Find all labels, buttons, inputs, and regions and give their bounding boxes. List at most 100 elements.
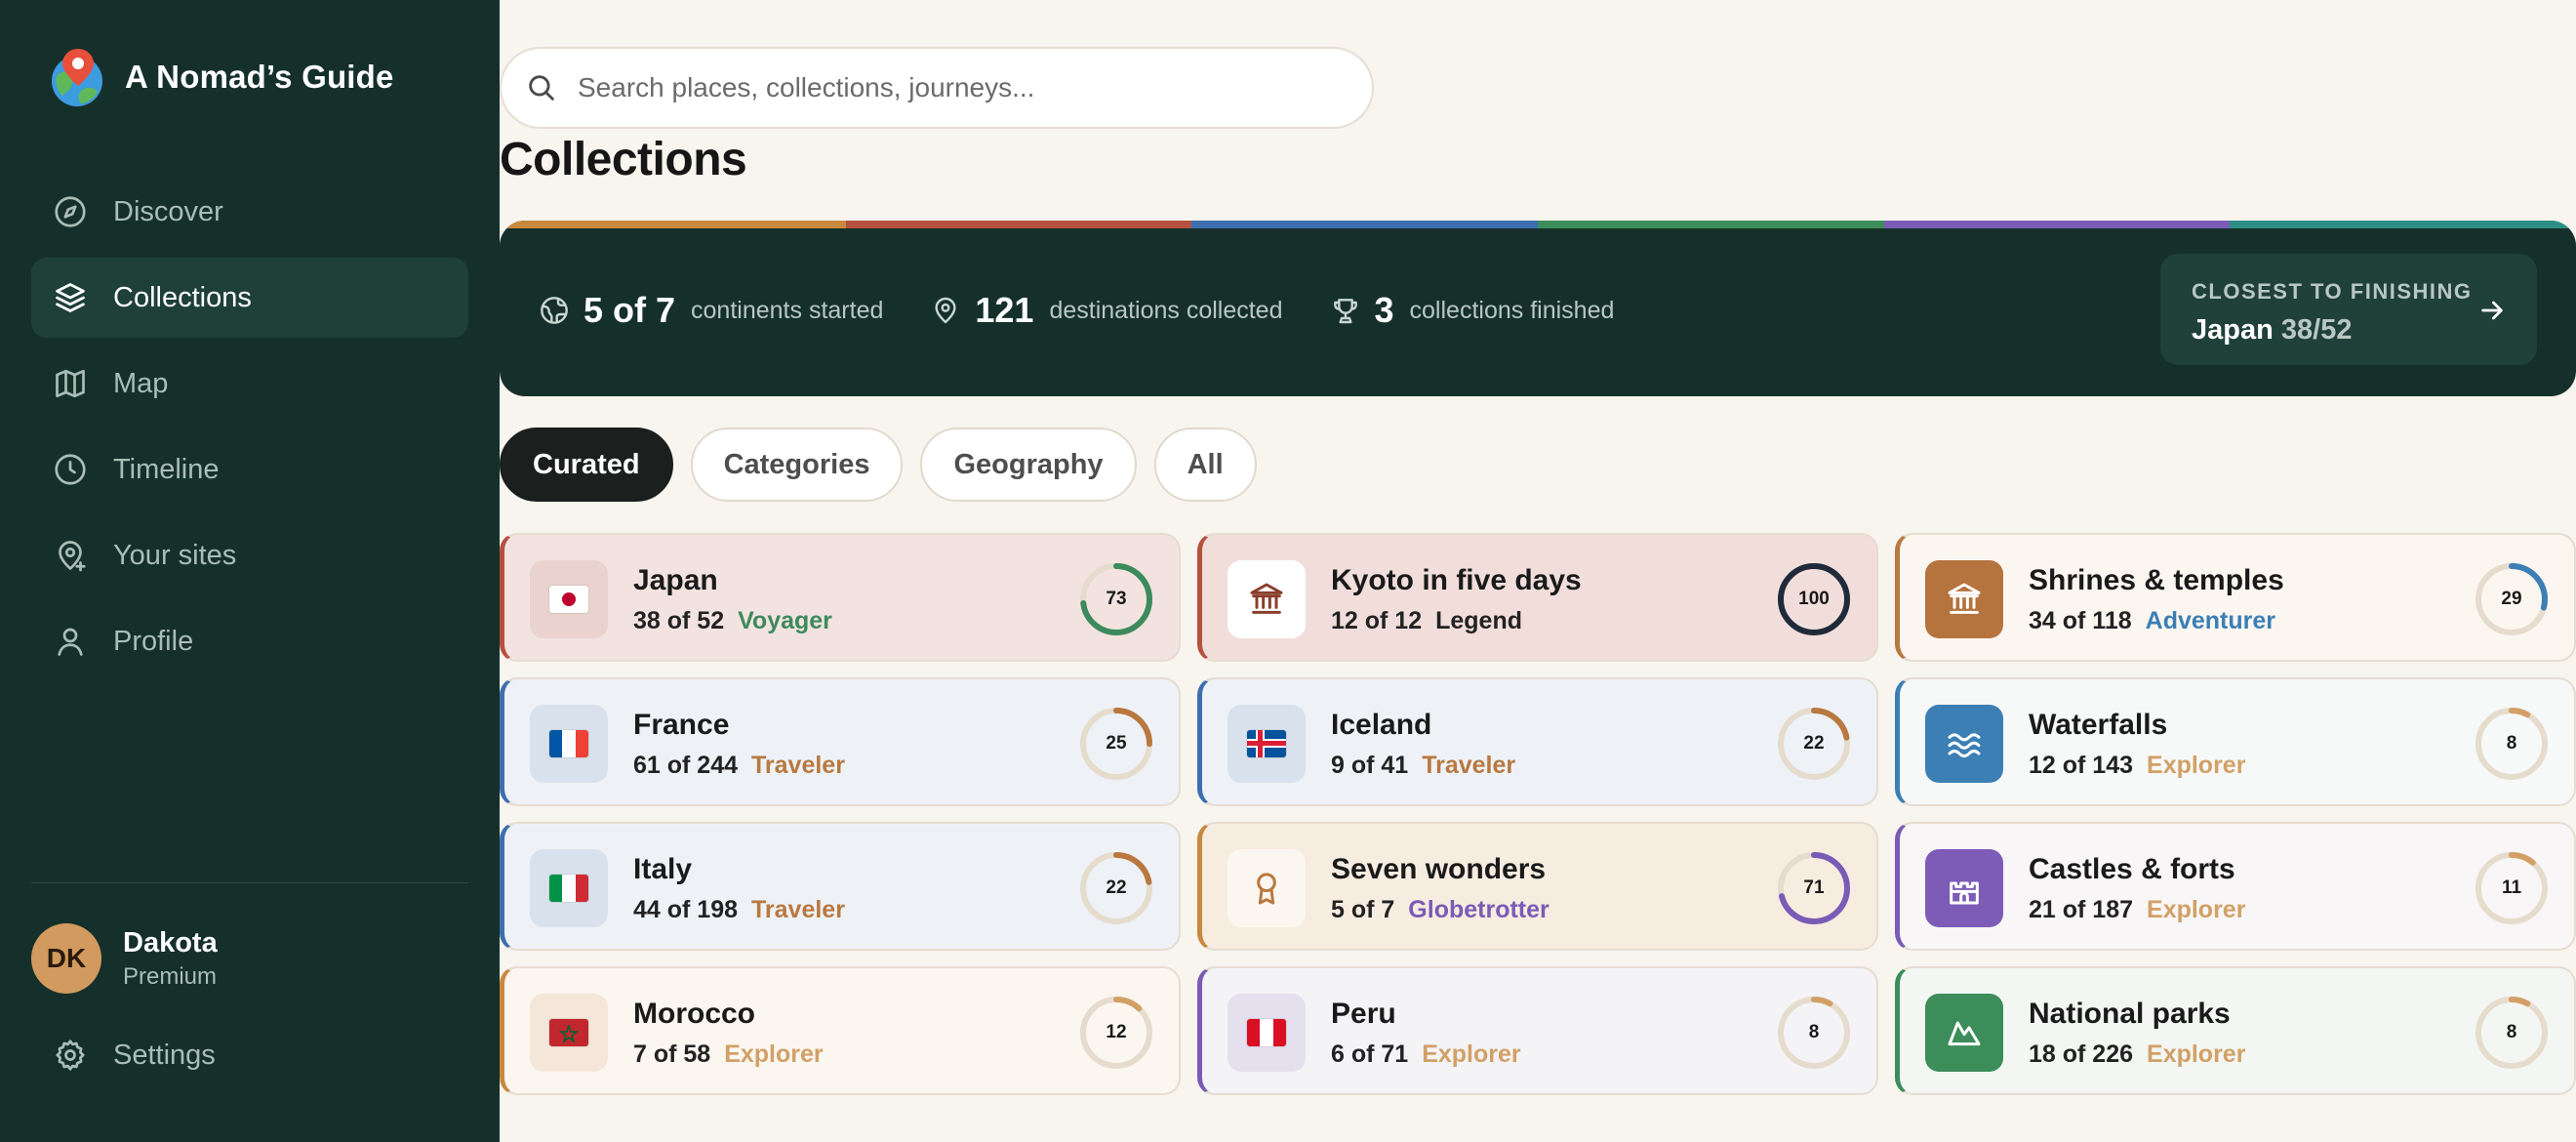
sidebar: A Nomad’s Guide Discover Collections Map… xyxy=(0,0,500,1142)
collection-card-france[interactable]: France 61 of 244 Traveler 25 xyxy=(500,677,1181,806)
stat-finished: 3 collections finished xyxy=(1330,290,1614,331)
collection-card-iceland[interactable]: Iceland 9 of 41 Traveler 22 xyxy=(1197,677,1878,806)
sidebar-item-profile[interactable]: Profile xyxy=(31,601,468,681)
sidebar-item-discover[interactable]: Discover xyxy=(31,172,468,252)
tab-categories[interactable]: Categories xyxy=(690,428,904,502)
card-subtitle: 38 of 52 Voyager xyxy=(633,607,832,635)
progress-percent: 29 xyxy=(2501,589,2522,609)
main-content: Collections 5 of 7 continents started 12… xyxy=(500,0,2576,1142)
sidebar-item-label: Profile xyxy=(113,625,194,657)
user-plan: Premium xyxy=(123,962,218,990)
card-count: 38 of 52 xyxy=(633,607,725,634)
card-level: Explorer xyxy=(2147,1040,2246,1068)
settings-link[interactable]: Settings xyxy=(53,1015,216,1095)
progress-percent: 11 xyxy=(2501,877,2522,898)
card-count: 61 of 244 xyxy=(633,752,739,779)
stripe-segment xyxy=(500,221,846,228)
sidebar-item-map[interactable]: Map xyxy=(31,344,468,424)
card-count: 5 of 7 xyxy=(1331,896,1395,923)
card-subtitle: 5 of 7 Globetrotter xyxy=(1331,896,1550,924)
globe-icon xyxy=(541,297,568,324)
card-count: 7 of 58 xyxy=(633,1040,711,1068)
collection-card-castles-forts[interactable]: Castles & forts 21 of 187 Explorer 11 xyxy=(1895,822,2576,951)
collection-card-morocco[interactable]: Morocco 7 of 58 Explorer 12 xyxy=(500,966,1181,1095)
search-icon xyxy=(529,75,554,101)
morocco-flag-icon xyxy=(530,994,608,1072)
card-title: Waterfalls xyxy=(2029,709,2168,741)
card-level: Explorer xyxy=(2147,752,2246,779)
stripe-segment xyxy=(2230,221,2576,228)
collection-card-japan[interactable]: Japan 38 of 52 Voyager 73 xyxy=(500,533,1181,662)
pin-plus-icon xyxy=(59,541,86,572)
collection-card-seven-wonders[interactable]: Seven wonders 5 of 7 Globetrotter 71 xyxy=(1197,822,1878,951)
stripe-segment xyxy=(1883,221,2231,228)
sidebar-divider xyxy=(31,882,468,883)
stat-continents-label: continents started xyxy=(691,296,884,324)
castle-icon xyxy=(1925,849,2003,927)
stats-row: 5 of 7 continents started 121 destinatio… xyxy=(539,281,1661,340)
card-count: 44 of 198 xyxy=(633,896,739,923)
progress-percent: 12 xyxy=(1106,1022,1127,1042)
collection-card-national-parks[interactable]: National parks 18 of 226 Explorer 8 xyxy=(1895,966,2576,1095)
closest-count: 38/52 xyxy=(2280,314,2353,346)
card-title: France xyxy=(633,709,730,741)
closest-to-finishing-card[interactable]: CLOSEST TO FINISHING Japan 38/52 xyxy=(2160,254,2537,365)
card-subtitle: 12 of 12 Legend xyxy=(1331,607,1522,635)
collections-grid: Japan 38 of 52 Voyager 73 Kyoto in five days… xyxy=(500,533,2576,1095)
clock-icon xyxy=(55,454,86,485)
tab-all[interactable]: All xyxy=(1153,428,1257,502)
user-profile[interactable]: DK Dakota Premium xyxy=(31,923,218,994)
japan-flag-icon xyxy=(530,560,608,638)
collection-card-italy[interactable]: Italy 44 of 198 Traveler 22 xyxy=(500,822,1181,951)
tab-geography[interactable]: Geography xyxy=(920,428,1137,502)
card-level: Traveler xyxy=(751,896,845,923)
card-title: Iceland xyxy=(1331,709,1432,741)
card-count: 18 of 226 xyxy=(2029,1040,2134,1068)
card-subtitle: 61 of 244 Traveler xyxy=(633,752,845,780)
user-name: Dakota xyxy=(123,926,218,958)
sidebar-item-timeline[interactable]: Timeline xyxy=(31,429,468,510)
card-subtitle: 6 of 71 Explorer xyxy=(1331,1040,1521,1069)
progress-percent: 22 xyxy=(1106,877,1127,898)
card-count: 6 of 71 xyxy=(1331,1040,1409,1068)
stripe-segment xyxy=(845,221,1192,228)
search-bar[interactable] xyxy=(500,47,1374,129)
collection-card-waterfalls[interactable]: Waterfalls 12 of 143 Explorer 8 xyxy=(1895,677,2576,806)
sidebar-item-label: Your sites xyxy=(113,539,237,571)
closest-label: CLOSEST TO FINISHING xyxy=(2192,279,2473,304)
sidebar-item-label: Collections xyxy=(113,281,252,313)
sidebar-nav: Discover Collections Map Timeline Your s… xyxy=(31,172,468,687)
card-title: Peru xyxy=(1331,998,1396,1030)
card-subtitle: 18 of 226 Explorer xyxy=(2029,1040,2245,1069)
collection-card-kyoto-in-five-days[interactable]: Kyoto in five days 12 of 12 Legend 100 xyxy=(1197,533,1878,662)
tab-curated[interactable]: Curated xyxy=(500,428,673,502)
card-title: Seven wonders xyxy=(1331,853,1547,885)
card-count: 12 of 12 xyxy=(1331,607,1423,634)
stat-continents-value: 5 of 7 xyxy=(584,290,676,330)
brand[interactable]: A Nomad’s Guide xyxy=(49,47,394,107)
progress-percent: 8 xyxy=(2506,1022,2517,1042)
pin-icon xyxy=(935,297,956,324)
card-subtitle: 9 of 41 Traveler xyxy=(1331,752,1515,780)
page-title: Collections xyxy=(500,134,747,185)
temple-icon xyxy=(1925,560,2003,638)
card-count: 9 of 41 xyxy=(1331,752,1409,779)
stat-finished-value: 3 xyxy=(1374,290,1394,330)
app-title: A Nomad’s Guide xyxy=(125,59,394,95)
collection-card-shrines-temples[interactable]: Shrines & temples 34 of 118 Adventurer 29 xyxy=(1895,533,2576,662)
card-title: Japan xyxy=(633,564,718,596)
stats-banner: 5 of 7 continents started 121 destinatio… xyxy=(500,221,2576,396)
card-level: Traveler xyxy=(751,752,845,779)
card-subtitle: 12 of 143 Explorer xyxy=(2029,752,2245,780)
card-title: Castles & forts xyxy=(2029,853,2235,885)
sidebar-item-label: Discover xyxy=(113,195,223,227)
sidebar-item-collections[interactable]: Collections xyxy=(31,258,468,338)
settings-label: Settings xyxy=(113,1039,216,1071)
collection-card-peru[interactable]: Peru 6 of 71 Explorer 8 xyxy=(1197,966,1878,1095)
search-input[interactable] xyxy=(578,72,1339,103)
card-subtitle: 34 of 118 Adventurer xyxy=(2029,607,2275,635)
globe-pin-logo-icon xyxy=(52,49,102,106)
card-subtitle: 7 of 58 Explorer xyxy=(633,1040,824,1069)
gear-icon xyxy=(56,1040,85,1071)
sidebar-item-your-sites[interactable]: Your sites xyxy=(31,515,468,595)
